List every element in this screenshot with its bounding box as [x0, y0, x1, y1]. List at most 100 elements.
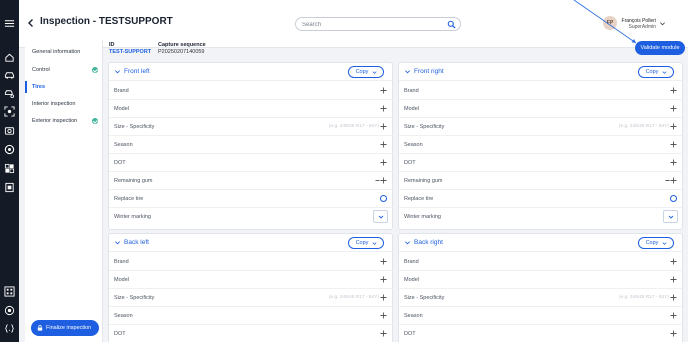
copy-button[interactable]: Copy [638, 66, 674, 78]
field-winter-marking[interactable]: Winter marking [399, 208, 682, 226]
field-size-specificity[interactable]: Size - Specificity (e.g. 245/45 R17 - 84Y… [399, 118, 682, 136]
card-header[interactable]: Front left Copy [109, 63, 392, 81]
id-value[interactable]: TEST-SUPPORT [109, 49, 151, 55]
field-dot[interactable]: DOT [109, 154, 392, 172]
plus-icon[interactable] [670, 123, 677, 130]
field-label: Size - Specificity [114, 295, 155, 301]
copy-label: Copy [355, 69, 369, 75]
chevron-down-icon[interactable] [659, 20, 666, 27]
field-season[interactable]: Season [399, 136, 682, 154]
search-box[interactable] [295, 17, 461, 31]
plus-icon[interactable] [670, 177, 677, 184]
camera-icon[interactable] [3, 124, 16, 137]
plus-icon[interactable] [670, 105, 677, 112]
plus-icon[interactable] [380, 294, 387, 301]
plus-icon[interactable] [670, 276, 677, 283]
field-brand[interactable]: Brand [109, 253, 392, 271]
menu-icon[interactable] [3, 17, 16, 30]
section-item-control[interactable]: Control [25, 63, 103, 77]
chevron-down-icon[interactable] [404, 239, 411, 246]
card-title: Front right [414, 68, 444, 75]
field-size-specificity[interactable]: Size - Specificity (e.g. 245/45 R17 - 84Y… [109, 118, 392, 136]
field-season[interactable]: Season [109, 136, 392, 154]
field-brand[interactable]: Brand [109, 82, 392, 100]
field-brand[interactable]: Brand [399, 253, 682, 271]
field-model[interactable]: Model [109, 271, 392, 289]
section-item-exterior-inspection[interactable]: Exterior inspection [25, 114, 103, 128]
chevron-down-icon[interactable] [114, 239, 121, 246]
car-icon[interactable] [3, 69, 16, 82]
section-item-interior-inspection[interactable]: Interior inspection [25, 97, 103, 111]
plus-icon[interactable] [670, 159, 677, 166]
plus-icon[interactable] [380, 159, 387, 166]
field-model[interactable]: Model [399, 100, 682, 118]
section-item-tires[interactable]: Tires [25, 80, 103, 94]
field-remaining-gum[interactable]: Remaining gum [109, 172, 392, 190]
replace-tire-radio[interactable] [380, 195, 387, 202]
field-model[interactable]: Model [109, 100, 392, 118]
copy-button[interactable]: Copy [348, 237, 384, 249]
card-header[interactable]: Back left Copy [109, 234, 392, 252]
chevron-down-icon [378, 215, 384, 219]
finalize-inspection-button[interactable]: Finalize inspection [31, 320, 99, 336]
field-season[interactable]: Season [399, 307, 682, 325]
plus-icon[interactable] [670, 141, 677, 148]
plus-icon[interactable] [380, 312, 387, 319]
field-label: Size - Specificity [114, 124, 155, 130]
field-replace-tire[interactable]: Replace tire [109, 190, 392, 208]
plus-icon[interactable] [670, 294, 677, 301]
field-dot[interactable]: DOT [109, 325, 392, 342]
section-item-general-information[interactable]: General information [25, 45, 103, 59]
copy-label: Copy [355, 240, 369, 246]
card-header[interactable]: Front right Copy [399, 63, 682, 81]
plus-icon[interactable] [670, 87, 677, 94]
eye-icon[interactable] [3, 304, 16, 317]
field-remaining-gum[interactable]: Remaining gum [399, 172, 682, 190]
home-icon[interactable] [3, 51, 16, 64]
search-icon[interactable] [447, 20, 456, 29]
copy-button[interactable]: Copy [348, 66, 384, 78]
size-placeholder: (e.g. 245/45 R17 - 84Y) [618, 295, 669, 300]
plus-icon[interactable] [670, 312, 677, 319]
field-brand[interactable]: Brand [399, 82, 682, 100]
plus-icon[interactable] [380, 123, 387, 130]
field-season[interactable]: Season [109, 307, 392, 325]
winter-marking-dropdown[interactable] [373, 210, 388, 223]
plus-icon[interactable] [380, 276, 387, 283]
user-role: SuperAdmin [628, 24, 656, 30]
validate-module-button[interactable]: Validate module [635, 41, 685, 55]
replace-tire-radio[interactable] [670, 195, 677, 202]
report-icon[interactable] [3, 181, 16, 194]
plus-icon[interactable] [670, 258, 677, 265]
plus-icon[interactable] [380, 177, 387, 184]
chevron-down-icon[interactable] [404, 68, 411, 75]
field-dot[interactable]: DOT [399, 154, 682, 172]
code-icon[interactable] [3, 322, 16, 335]
search-input[interactable] [302, 20, 442, 29]
chevron-down-icon[interactable] [114, 68, 121, 75]
avatar[interactable]: FP [603, 16, 617, 30]
plus-icon[interactable] [670, 330, 677, 337]
field-dot[interactable]: DOT [399, 325, 682, 342]
qr-code-icon[interactable] [3, 285, 16, 298]
plus-icon[interactable] [380, 87, 387, 94]
chevron-down-icon [662, 242, 667, 245]
field-model[interactable]: Model [399, 271, 682, 289]
plus-icon[interactable] [380, 105, 387, 112]
scan-icon[interactable] [3, 105, 16, 118]
wheel-icon[interactable] [3, 143, 16, 156]
tire-card-back-right: Back right Copy Brand Model Size - Speci… [398, 233, 683, 342]
field-replace-tire[interactable]: Replace tire [399, 190, 682, 208]
copy-button[interactable]: Copy [638, 237, 674, 249]
card-header[interactable]: Back right Copy [399, 234, 682, 252]
grid-icon[interactable] [3, 162, 16, 175]
plus-icon[interactable] [380, 141, 387, 148]
field-winter-marking[interactable]: Winter marking [109, 208, 392, 226]
plus-icon[interactable] [380, 258, 387, 265]
field-size-specificity[interactable]: Size - Specificity (e.g. 245/45 R17 - 84Y… [109, 289, 392, 307]
car-search-icon[interactable] [3, 87, 16, 100]
back-arrow-icon[interactable] [26, 18, 36, 28]
field-size-specificity[interactable]: Size - Specificity (e.g. 245/45 R17 - 84Y… [399, 289, 682, 307]
winter-marking-dropdown[interactable] [663, 210, 678, 223]
plus-icon[interactable] [380, 330, 387, 337]
